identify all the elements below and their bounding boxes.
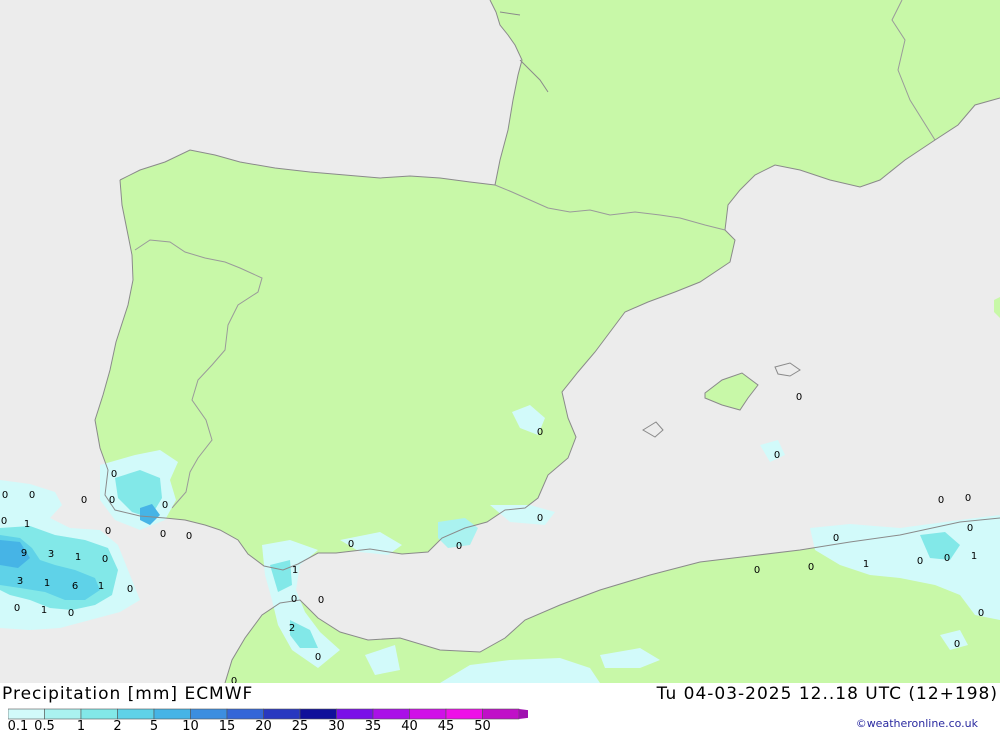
precip-value-label: 0 — [109, 495, 115, 506]
precip-value-label: 0 — [29, 490, 35, 501]
precip-value-label: 0 — [68, 608, 74, 619]
precip-value-label: 1 — [41, 605, 47, 616]
precip-value-label: 0 — [754, 565, 760, 576]
scale-swatch — [263, 708, 301, 720]
precip-value-label: 0 — [102, 554, 108, 565]
scale-tick-label: 25 — [291, 719, 309, 734]
precip-value-label: 3 — [17, 576, 23, 587]
scale-tick-label: 40 — [401, 719, 418, 734]
precip-value-label: 0 — [318, 595, 324, 606]
scale-swatch — [336, 708, 374, 720]
scale-swatch — [226, 708, 264, 720]
precip-value-label: 0 — [160, 529, 166, 540]
precipitation-map[interactable]: 0 0 1 9 3 1 0 3 1 6 1 0 0 1 0 0 0 0 0 0 0 0 0 1 0 0 2 0 0 0 0 0 0 0 0 0 0 1 0 0… — [0, 0, 1000, 683]
scale-swatch — [372, 708, 410, 720]
scale-tick-label: 1 — [76, 719, 86, 734]
precip-value-label: 1 — [44, 578, 50, 589]
precip-value-label: 1 — [971, 551, 977, 562]
scale-tick-label: 5 — [149, 719, 159, 734]
scale-swatch — [482, 708, 520, 720]
precip-value-label: 6 — [72, 581, 78, 592]
scale-tick-label: 50 — [474, 719, 491, 734]
precip-value-label: 0 — [965, 493, 971, 504]
precip-value-label: 0 — [954, 639, 960, 650]
scale-swatch — [153, 708, 191, 720]
precip-value-label: 0 — [944, 553, 950, 564]
precip-value-label: 0 — [456, 541, 462, 552]
precip-value-label: 0 — [291, 594, 297, 605]
scale-swatch — [80, 708, 118, 720]
precip-value-label: 9 — [21, 548, 27, 559]
scale-swatch — [409, 708, 447, 720]
credit-link[interactable]: ©weatheronline.co.uk — [856, 717, 978, 730]
precip-value-label: 0 — [127, 584, 133, 595]
scale-tick-label: 45 — [437, 719, 455, 734]
scale-tick-label: 35 — [364, 719, 382, 734]
scale-tick-label: 20 — [255, 719, 272, 734]
scale-swatch — [117, 708, 155, 720]
precip-value-label: 1 — [98, 581, 104, 592]
scale-swatch — [8, 708, 45, 720]
scale-swatch — [445, 708, 483, 720]
precip-value-label: 0 — [348, 539, 354, 550]
precip-value-label: 0 — [796, 392, 802, 403]
map-title: Precipitation [mm] ECMWF — [2, 684, 254, 704]
precip-value-label: 0 — [2, 490, 8, 501]
precip-value-label: 0 — [537, 513, 543, 524]
precip-value-label: 0 — [967, 523, 973, 534]
precip-value-label: 1 — [24, 519, 30, 530]
precip-value-label: 0 — [315, 652, 321, 663]
precip-value-label: 1 — [292, 565, 298, 576]
precip-value-label: 0 — [808, 562, 814, 573]
precip-value-label: 0 — [774, 450, 780, 461]
precip-value-label: 0 — [231, 676, 237, 683]
precip-value-label: 0 — [537, 427, 543, 438]
scale-tick-label: 10 — [182, 719, 199, 734]
precip-value-label: 0 — [1, 516, 7, 527]
precip-value-label: 0 — [938, 495, 944, 506]
precip-value-label: 0 — [917, 556, 923, 567]
scale-tick-label: 0.5 — [34, 719, 55, 734]
precip-value-label: 0 — [162, 500, 168, 511]
valid-time: Tu 04-03-2025 12..18 UTC (12+198) — [656, 684, 998, 704]
scale-tick-label: 0.1 — [7, 719, 29, 734]
scale-tick-label: 30 — [328, 719, 345, 734]
precip-value-label: 3 — [48, 549, 54, 560]
scale-tick-label: 2 — [113, 719, 122, 734]
scale-arrow — [519, 709, 528, 719]
scale-tick-label: 15 — [218, 719, 236, 734]
precip-value-label: 0 — [105, 526, 111, 537]
precip-value-label: 0 — [978, 608, 984, 619]
scale-swatch — [299, 708, 337, 720]
precip-value-label: 1 — [863, 559, 869, 570]
precip-value-label: 0 — [81, 495, 87, 506]
precip-value-label: 1 — [75, 552, 81, 563]
precip-value-label: 0 — [111, 469, 117, 480]
precip-value-label: 0 — [186, 531, 192, 542]
scale-swatch — [44, 708, 82, 720]
scale-swatch — [190, 708, 228, 720]
precip-value-label: 0 — [14, 603, 20, 614]
precip-value-label: 0 — [833, 533, 839, 544]
precip-value-label: 2 — [289, 623, 295, 634]
